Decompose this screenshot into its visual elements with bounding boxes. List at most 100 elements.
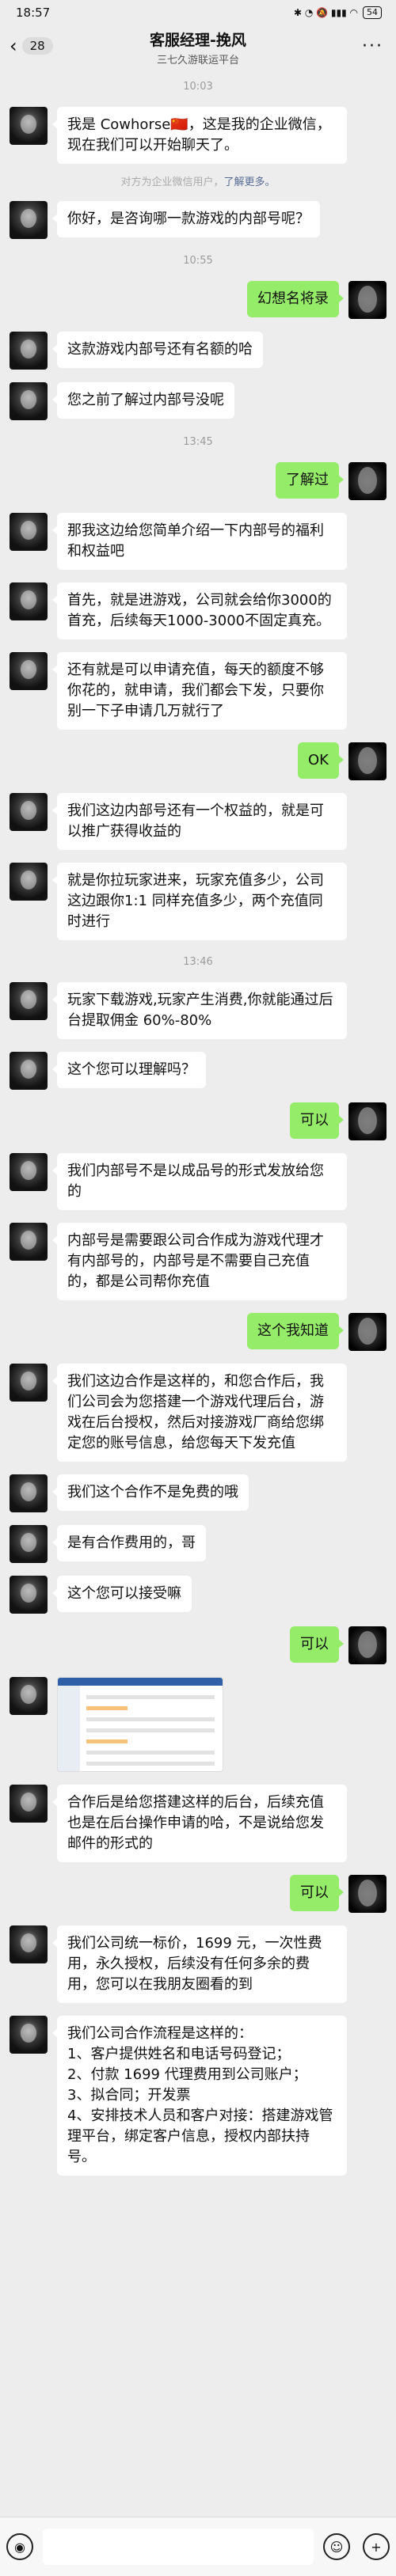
message-row: 了解过 [0, 456, 396, 506]
contact-avatar[interactable] [10, 1223, 48, 1261]
emoji-icon[interactable]: ☺ [323, 2533, 350, 2560]
sent-message-bubble[interactable]: 幻想名将录 [247, 281, 344, 317]
contact-avatar[interactable] [10, 793, 48, 831]
received-message-bubble[interactable]: 这个您可以接受嘛 [52, 1576, 192, 1612]
message-row: 我们这个合作不是免费的哦 [0, 1468, 396, 1519]
received-message-bubble[interactable]: 这个您可以理解吗？ [52, 1052, 206, 1088]
status-bar: 18:57 ✱ ◔ 🔕 ▮▮▮ ◠ 54 [0, 0, 396, 25]
sent-message-bubble[interactable]: 可以 [290, 1875, 344, 1911]
received-message-bubble[interactable]: 这款游戏内部号还有名额的哈 [52, 332, 263, 368]
status-indicators: ✱ ◔ 🔕 ▮▮▮ ◠ [293, 7, 358, 18]
contact-avatar[interactable] [10, 1785, 48, 1823]
sent-message-bubble[interactable]: 这个我知道 [247, 1313, 344, 1349]
received-message-bubble[interactable]: 我们公司统一标价，1699 元，一次性费用，永久授权，后续没有任何多余的费用，您… [52, 1925, 347, 2003]
message-row: 首先，就是进游戏，公司就会给你3000的首充，后续每天1000-3000不固定真… [0, 576, 396, 646]
received-message-bubble[interactable]: 您之前了解过内部号没呢 [52, 382, 234, 419]
contact-avatar[interactable] [10, 332, 48, 370]
message-row: 我们这边合作是这样的，和您合作后，我们公司会为您搭建一个游戏代理后台，游戏在后台… [0, 1357, 396, 1468]
my-avatar[interactable] [348, 1102, 386, 1140]
contact-avatar[interactable] [10, 1153, 48, 1191]
message-row: 可以 [0, 1096, 396, 1147]
sent-message-bubble[interactable]: 了解过 [276, 462, 344, 499]
contact-avatar[interactable] [10, 1525, 48, 1563]
contact-avatar[interactable] [10, 1677, 48, 1715]
message-list: 10:03 我是 Cowhorse🇨🇳，这是我的企业微信，现在我们可以开始聊天了。… [0, 71, 396, 2182]
message-row: 合作后是给您搭建这样的后台，后续充值也是在后台操作申请的哈，不是说给您发邮件的形… [0, 1778, 396, 1868]
my-avatar[interactable] [348, 281, 386, 319]
learn-more-link[interactable]: 了解更多。 [224, 176, 276, 188]
message-row: 这个您可以接受嘛 [0, 1569, 396, 1620]
received-message-bubble[interactable]: 首先，就是进游戏，公司就会给你3000的首充，后续每天1000-3000不固定真… [52, 582, 347, 639]
received-message-bubble[interactable]: 我们这个合作不是免费的哦 [52, 1474, 249, 1511]
received-message-bubble[interactable]: 你好，是咨询哪一款游戏的内部号呢？ [52, 201, 320, 237]
received-message-bubble[interactable]: 内部号是需要跟公司合作成为游戏代理才有内部号的，内部号是不需要自己充值的，都是公… [52, 1223, 347, 1300]
contact-avatar[interactable] [10, 982, 48, 1020]
sent-message-bubble[interactable]: 可以 [290, 1626, 344, 1663]
my-avatar[interactable] [348, 1626, 386, 1664]
chat-title-block: 客服经理-挽风 三七久游联运平台 [0, 28, 396, 66]
message-row: 幻想名将录 [0, 275, 396, 325]
received-message-bubble[interactable]: 我们这边内部号还有一个权益的，就是可以推广获得收益的 [52, 793, 347, 850]
message-row: 这个您可以理解吗？ [0, 1045, 396, 1096]
message-row: 你好，是咨询哪一款游戏的内部号呢？ [0, 195, 396, 245]
contact-avatar[interactable] [10, 2016, 48, 2054]
my-avatar[interactable] [348, 742, 386, 780]
contact-avatar[interactable] [10, 1925, 48, 1963]
message-row: 这个我知道 [0, 1307, 396, 1357]
contact-avatar[interactable] [10, 382, 48, 420]
message-row: 我们公司统一标价，1699 元，一次性费用，永久授权，后续没有任何多余的费用，您… [0, 1919, 396, 2009]
my-avatar[interactable] [348, 462, 386, 500]
received-message-bubble[interactable]: 还有就是可以申请充值，每天的额度不够你花的，就申请，我们都会下发，只要你别一下子… [52, 652, 347, 730]
message-row [0, 1671, 396, 1778]
notice-text: 对方为企业微信用户， [120, 176, 224, 188]
contact-avatar[interactable] [10, 107, 48, 145]
received-message-bubble[interactable]: 我是 Cowhorse🇨🇳，这是我的企业微信，现在我们可以开始聊天了。 [52, 107, 347, 164]
enterprise-notice: 对方为企业微信用户，了解更多。 [0, 170, 396, 195]
contact-avatar[interactable] [10, 201, 48, 239]
contact-avatar[interactable] [10, 863, 48, 901]
input-bar: ◉ ☺ + [0, 2517, 396, 2576]
plus-icon[interactable]: + [363, 2533, 390, 2560]
voice-icon[interactable]: ◉ [6, 2533, 33, 2560]
my-avatar[interactable] [348, 1313, 386, 1351]
contact-avatar[interactable] [10, 582, 48, 620]
screenshot-image-message[interactable] [57, 1677, 223, 1772]
sent-message-bubble[interactable]: 可以 [290, 1102, 344, 1139]
received-message-bubble[interactable]: 那我这边给您简单介绍一下内部号的福利和权益吧 [52, 513, 347, 570]
message-row: 这款游戏内部号还有名额的哈 [0, 325, 396, 376]
message-row: 内部号是需要跟公司合作成为游戏代理才有内部号的，内部号是不需要自己充值的，都是公… [0, 1216, 396, 1307]
contact-avatar[interactable] [10, 1576, 48, 1614]
battery-icon: 54 [363, 6, 382, 19]
received-message-bubble[interactable]: 是有合作费用的，哥 [52, 1525, 206, 1561]
contact-avatar[interactable] [10, 513, 48, 551]
contact-avatar[interactable] [10, 1364, 48, 1402]
timestamp: 10:55 [183, 255, 213, 267]
contact-avatar[interactable] [10, 652, 48, 690]
message-row: 玩家下载游戏,玩家产生消费,你就能通过后台提取佣金 60%-80% [0, 976, 396, 1045]
received-message-bubble[interactable]: 就是你拉玩家进来，玩家充值多少，公司这边跟你1:1 同样充值多少，两个充值同时进… [52, 863, 347, 940]
message-row: 我们内部号不是以成品号的形式发放给您的 [0, 1147, 396, 1216]
received-message-bubble[interactable]: 合作后是给您搭建这样的后台，后续充值也是在后台操作申请的哈，不是说给您发邮件的形… [52, 1785, 347, 1862]
message-row: 那我这边给您简单介绍一下内部号的福利和权益吧 [0, 506, 396, 576]
received-message-bubble[interactable]: 我们内部号不是以成品号的形式发放给您的 [52, 1153, 347, 1210]
sent-message-bubble[interactable]: OK [298, 742, 344, 779]
timestamp: 13:46 [183, 956, 213, 968]
received-message-bubble[interactable]: 我们公司合作流程是这样的： 1、客户提供姓名和电话号码登记； 2、付款 1699… [52, 2016, 347, 2176]
chat-title: 客服经理-挽风 [150, 32, 246, 49]
chat-header: ‹ 28 客服经理-挽风 三七久游联运平台 ··· [0, 25, 396, 71]
my-avatar[interactable] [348, 1875, 386, 1913]
message-row: 我们公司合作流程是这样的： 1、客户提供姓名和电话号码登记； 2、付款 1699… [0, 2009, 396, 2182]
received-message-bubble[interactable]: 玩家下载游戏,玩家产生消费,你就能通过后台提取佣金 60%-80% [52, 982, 347, 1039]
more-options-icon[interactable]: ··· [362, 36, 383, 56]
message-input[interactable] [43, 2529, 314, 2565]
timestamp: 13:45 [183, 436, 213, 448]
message-row: 就是你拉玩家进来，玩家充值多少，公司这边跟你1:1 同样充值多少，两个充值同时进… [0, 856, 396, 947]
contact-avatar[interactable] [10, 1474, 48, 1512]
message-row: 可以 [0, 1868, 396, 1919]
message-row: 我们这边内部号还有一个权益的，就是可以推广获得收益的 [0, 787, 396, 856]
contact-avatar[interactable] [10, 1052, 48, 1090]
status-icons: ✱ ◔ 🔕 ▮▮▮ ◠ 54 [294, 6, 382, 19]
chat-subtitle: 三七久游联运平台 [156, 55, 239, 66]
received-message-bubble[interactable]: 我们这边合作是这样的，和您合作后，我们公司会为您搭建一个游戏代理后台，游戏在后台… [52, 1364, 347, 1462]
timestamp: 10:03 [183, 81, 213, 93]
